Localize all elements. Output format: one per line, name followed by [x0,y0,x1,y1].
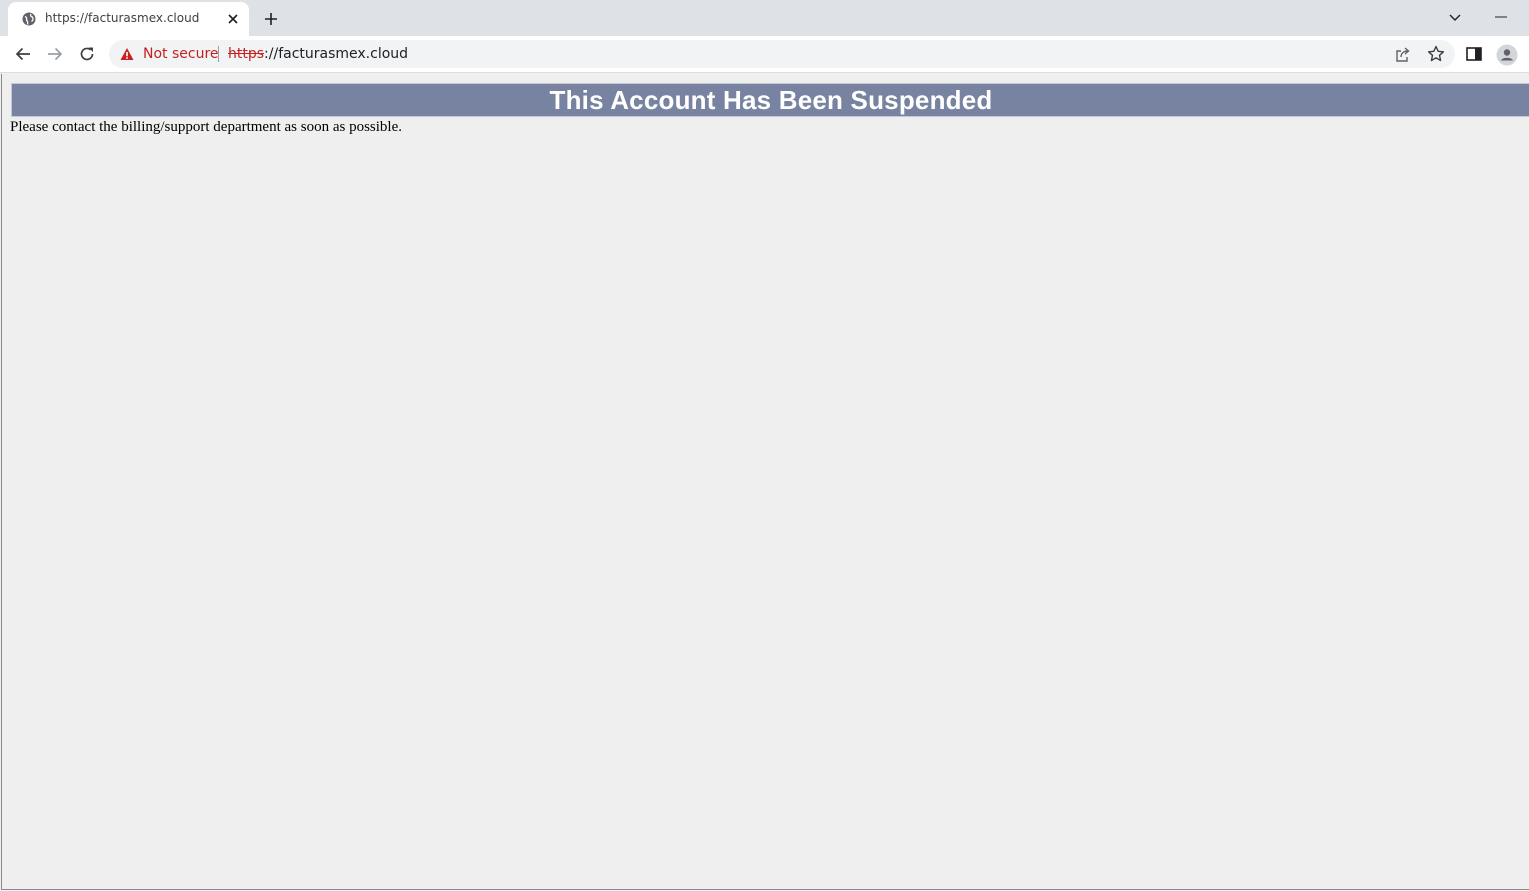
chevron-down-icon [1449,14,1461,21]
plus-icon [265,13,277,25]
reload-icon [80,47,94,61]
tab-search-button[interactable] [1444,8,1466,28]
minimize-button[interactable] [1486,6,1516,28]
url-scheme: https [228,46,265,62]
suspended-banner: This Account Has Been Suspended [11,83,1529,117]
url-host: ://facturasmex.cloud [264,46,409,62]
warning-icon[interactable] [120,47,134,61]
browser-toolbar: Not secure https://facturasmex.cloud [0,36,1529,73]
support-message: Please contact the billing/support depar… [10,119,403,135]
arrow-left-icon [15,47,30,61]
star-icon[interactable] [1427,45,1445,63]
back-button[interactable] [11,42,35,66]
forward-button[interactable] [43,42,67,66]
tab-title: https://facturasmex.cloud [45,11,200,25]
browser-tab[interactable]: https://facturasmex.cloud [8,2,249,36]
tab-close-button[interactable] [225,11,241,27]
new-tab-button[interactable] [260,8,282,30]
close-icon [228,14,238,24]
side-panel-icon[interactable] [1466,47,1482,61]
page-title: This Account Has Been Suspended [549,84,993,115]
minimize-icon [1495,16,1507,18]
omnibox-divider [218,46,219,62]
url-text[interactable]: https://facturasmex.cloud [228,46,408,62]
arrow-right-icon [48,47,63,61]
tab-strip: https://facturasmex.cloud [0,0,1529,36]
share-icon[interactable] [1394,46,1412,64]
not-secure-label[interactable]: Not secure [143,46,219,62]
address-bar[interactable]: Not secure https://facturasmex.cloud [109,40,1455,68]
page-content: This Account Has Been Suspended Please c… [1,74,1529,890]
reload-button[interactable] [75,42,99,66]
globe-icon [22,12,36,26]
profile-icon[interactable] [1496,44,1518,66]
